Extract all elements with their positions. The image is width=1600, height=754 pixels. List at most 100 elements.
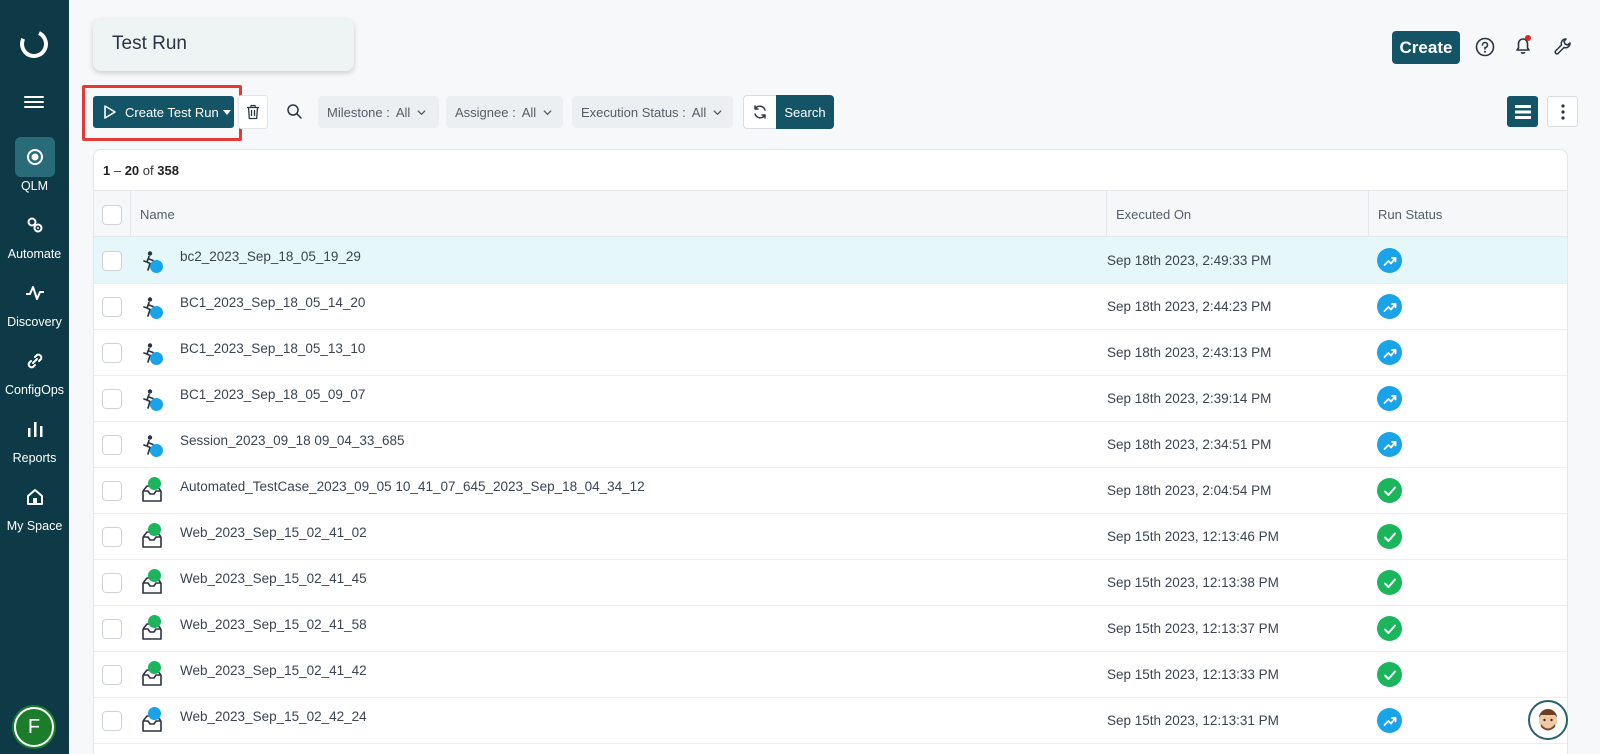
run-type-badge	[150, 444, 163, 457]
user-avatar[interactable]: F	[14, 707, 54, 747]
milestone-filter[interactable]: Milestone : All	[318, 96, 439, 128]
passed-status-icon[interactable]	[1377, 478, 1402, 503]
run-type-badge	[150, 398, 163, 411]
automated-run-icon	[140, 477, 164, 504]
run-name-link[interactable]: Web_2023_Sep_15_02_41_42	[180, 651, 367, 698]
table-header: Name Executed On Run Status	[94, 190, 1567, 238]
column-header-executed-on[interactable]: Executed On	[1116, 191, 1191, 238]
search-button[interactable]: Search	[776, 95, 834, 129]
row-checkbox[interactable]	[102, 480, 122, 501]
run-status-cell	[1377, 651, 1402, 698]
select-all-checkbox[interactable]	[102, 204, 122, 225]
filter-label: Execution Status :	[581, 104, 686, 120]
column-header-name[interactable]: Name	[140, 191, 175, 238]
executed-on-cell: Sep 15th 2023, 12:13:37 PM	[1107, 621, 1279, 636]
sidebar-item-qlm[interactable]: QLM	[0, 137, 69, 193]
run-status-cell	[1377, 513, 1402, 560]
row-select-cell	[102, 375, 122, 422]
table-row[interactable]: Web_2023_Sep_15_02_41_02 Sep 15th 2023, 1…	[94, 513, 1567, 560]
delete-button[interactable]	[238, 95, 268, 129]
run-name-link[interactable]: BC1_2023_Sep_18_05_13_10	[180, 329, 365, 376]
run-name-link[interactable]: Web_2023_Sep_15_02_41_45	[180, 559, 367, 606]
row-checkbox[interactable]	[102, 342, 122, 363]
sidebar-item-automate[interactable]: Automate	[0, 205, 69, 261]
wrench-icon[interactable]	[1552, 36, 1574, 58]
app-logo[interactable]	[16, 26, 52, 62]
manual-run-icon	[140, 296, 164, 320]
select-all-cell	[102, 191, 122, 238]
pager-of: of	[139, 163, 158, 178]
assignee-filter[interactable]: Assignee : All	[446, 96, 563, 128]
row-checkbox[interactable]	[102, 388, 122, 409]
menu-icon[interactable]	[24, 96, 44, 110]
in-progress-status-icon[interactable]	[1377, 294, 1402, 319]
row-checkbox[interactable]	[102, 664, 122, 685]
search-icon[interactable]	[286, 103, 303, 120]
run-name-link[interactable]: Web_2023_Sep_15_02_41_02	[180, 513, 367, 560]
row-select-cell	[102, 605, 122, 652]
refresh-button[interactable]	[743, 95, 777, 129]
table-row[interactable]: Web_2023_Sep_15_02_41_58 Sep 15th 2023, 1…	[94, 605, 1567, 652]
trash-icon	[247, 104, 259, 120]
sidebar-item-discovery[interactable]: Discovery	[0, 273, 69, 329]
create-button[interactable]: Create	[1392, 31, 1460, 64]
run-name-link[interactable]: Web_2023_Sep_15_02_41_58	[180, 605, 367, 652]
row-checkbox[interactable]	[102, 572, 122, 593]
sidebar-item-configops[interactable]: ConfigOps	[0, 341, 69, 397]
help-icon[interactable]	[1474, 36, 1496, 58]
passed-status-icon[interactable]	[1377, 662, 1402, 687]
run-status-cell	[1377, 329, 1402, 376]
create-test-run-button[interactable]: Create Test Run	[93, 96, 234, 128]
row-select-cell	[102, 237, 122, 284]
sidebar-item-label: ConfigOps	[4, 383, 65, 397]
list-view-button[interactable]	[1507, 96, 1538, 127]
in-progress-status-icon[interactable]	[1377, 708, 1402, 733]
passed-status-icon[interactable]	[1377, 570, 1402, 595]
executed-on-cell: Sep 18th 2023, 2:34:51 PM	[1107, 437, 1272, 452]
table-row[interactable]: Automated_TestCase_2023_09_05 10_41_07_6…	[94, 467, 1567, 514]
run-name-link[interactable]: Session_2023_09_18 09_04_33_685	[180, 421, 404, 468]
sidebar-item-my-space[interactable]: My Space	[0, 477, 69, 533]
table-row[interactable]: Web_2023_Sep_15_02_41_42 Sep 15th 2023, 1…	[94, 651, 1567, 698]
automated-run-icon	[140, 615, 164, 642]
run-status-cell	[1377, 467, 1402, 514]
more-options-button[interactable]	[1547, 96, 1578, 127]
table-row[interactable]: BC1_2023_Sep_18_05_13_10 Sep 18th 2023, 2…	[94, 329, 1567, 376]
assistant-avatar[interactable]	[1528, 700, 1568, 740]
table-row[interactable]: Web_2023_Sep_15_02_41_45 Sep 15th 2023, 1…	[94, 559, 1567, 606]
run-name-link[interactable]: BC1_2023_Sep_18_05_14_20	[180, 283, 365, 330]
row-checkbox[interactable]	[102, 250, 122, 271]
row-checkbox[interactable]	[102, 618, 122, 639]
passed-status-icon[interactable]	[1377, 524, 1402, 549]
sidebar-item-label: Reports	[12, 451, 57, 465]
passed-status-icon[interactable]	[1377, 616, 1402, 641]
run-name-link[interactable]: Automated_TestCase_2023_09_05 10_41_07_6…	[180, 467, 645, 514]
table-row[interactable]: bc2_2023_Sep_18_05_19_29 Sep 18th 2023, 2…	[94, 237, 1567, 284]
sidebar-item-label: QLM	[20, 179, 49, 193]
row-checkbox[interactable]	[102, 296, 122, 317]
table-row[interactable]: Web_2023_Sep_15_02_42_24 Sep 15th 2023, 1…	[94, 697, 1567, 744]
caret-down-icon[interactable]	[222, 109, 231, 115]
run-name-link[interactable]: BC1_2023_Sep_18_05_09_07	[180, 375, 365, 422]
table-row[interactable]: Session_2023_09_18 09_04_33_685 Sep 18th …	[94, 421, 1567, 468]
row-checkbox[interactable]	[102, 710, 122, 731]
automated-run-icon	[140, 523, 164, 550]
run-name-link[interactable]: bc2_2023_Sep_18_05_19_29	[180, 237, 361, 284]
row-checkbox[interactable]	[102, 434, 122, 455]
row-checkbox[interactable]	[102, 526, 122, 547]
column-header-run-status[interactable]: Run Status	[1378, 191, 1442, 238]
run-status-cell	[1377, 559, 1402, 606]
in-progress-status-icon[interactable]	[1377, 248, 1402, 273]
in-progress-status-icon[interactable]	[1377, 340, 1402, 365]
row-select-cell	[102, 651, 122, 698]
in-progress-status-icon[interactable]	[1377, 386, 1402, 411]
sidebar-item-reports[interactable]: Reports	[0, 409, 69, 465]
run-type-badge	[148, 661, 161, 674]
executed-on-cell: Sep 18th 2023, 2:44:23 PM	[1107, 299, 1272, 314]
run-name-link[interactable]: Web_2023_Sep_15_02_42_24	[180, 697, 367, 744]
in-progress-status-icon[interactable]	[1377, 432, 1402, 457]
table-row[interactable]: BC1_2023_Sep_18_05_09_07 Sep 18th 2023, 2…	[94, 375, 1567, 422]
table-row[interactable]: BC1_2023_Sep_18_05_14_20 Sep 18th 2023, 2…	[94, 283, 1567, 330]
execution-status-filter[interactable]: Execution Status : All	[572, 96, 733, 128]
executed-on-cell: Sep 15th 2023, 12:13:46 PM	[1107, 529, 1279, 544]
